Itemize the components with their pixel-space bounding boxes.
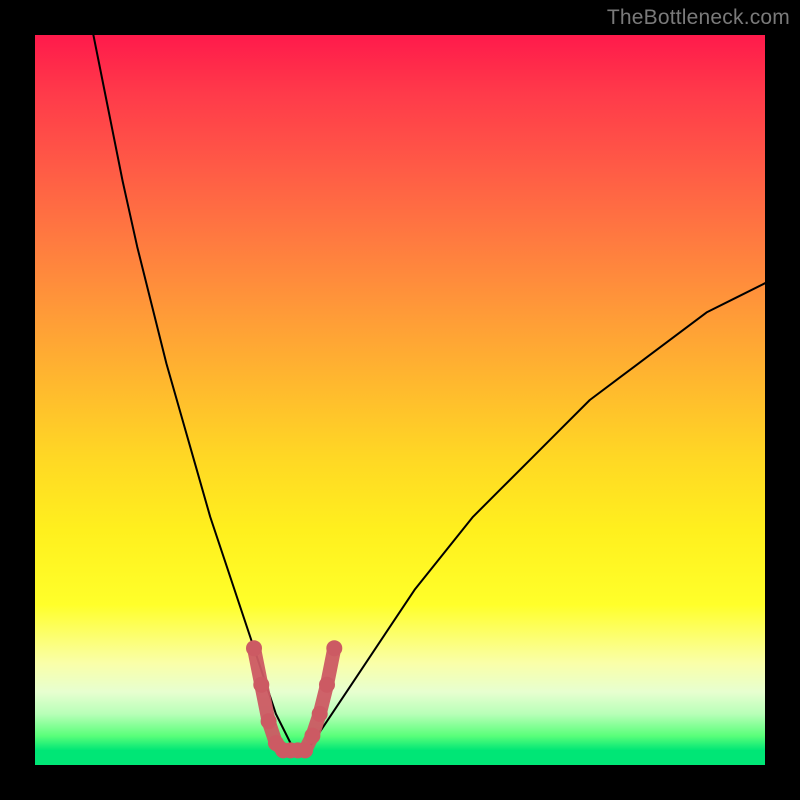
marker-dot — [319, 677, 335, 693]
marker-dot — [246, 640, 262, 656]
watermark-text: TheBottleneck.com — [607, 6, 790, 30]
bottleneck-curve — [93, 35, 765, 750]
highlighted-points — [246, 640, 342, 758]
curve-path — [93, 35, 765, 750]
plot-area — [35, 35, 765, 765]
marker-dot — [326, 640, 342, 656]
marker-dot — [297, 742, 313, 758]
marker-dot — [312, 706, 328, 722]
chart-svg — [35, 35, 765, 765]
marker-dot — [253, 677, 269, 693]
chart-frame: TheBottleneck.com — [0, 0, 800, 800]
marker-dot — [261, 713, 277, 729]
marker-dot — [304, 728, 320, 744]
marker-band — [254, 648, 334, 750]
